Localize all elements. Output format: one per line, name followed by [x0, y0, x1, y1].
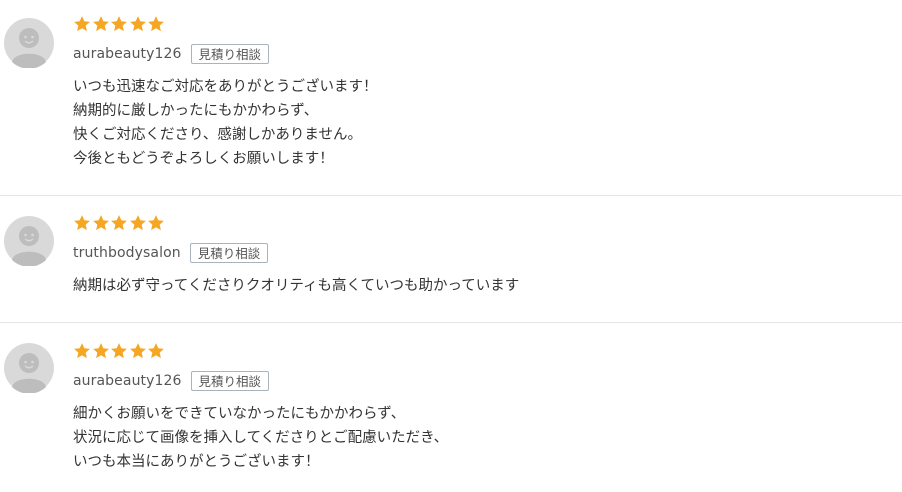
- comment-line: 今後ともどうぞよろしくお願いします！: [73, 151, 334, 167]
- user-avatar[interactable]: [4, 343, 54, 393]
- estimate-consultation-badge[interactable]: 見積り相談: [189, 243, 269, 263]
- star-icon: [73, 15, 92, 33]
- star-icon: [73, 214, 92, 232]
- reviewer-username[interactable]: aurabeauty126: [73, 373, 182, 389]
- review-divider: [0, 195, 902, 196]
- review-meta: aurabeauty126 見積り相談: [73, 370, 902, 392]
- estimate-consultation-badge[interactable]: 見積り相談: [190, 44, 270, 64]
- default-user-icon: [4, 216, 54, 266]
- comment-line: いつも迅速なご対応をありがとうございます！: [73, 79, 378, 95]
- star-icon: [147, 214, 166, 232]
- comment-line: いつも本当にありがとうございます！: [73, 454, 320, 470]
- review-comment: いつも迅速なご対応をありがとうございます！ 納期的に厳しかったにもかかわらず、 …: [73, 75, 902, 171]
- review-comment: 細かくお願いをできていなかったにもかかわらず、 状況に応じて画像を挿入してくださ…: [73, 402, 902, 474]
- star-icon: [147, 15, 166, 33]
- review-divider: [0, 322, 902, 323]
- comment-line: 快くご対応くださり、感謝しかありません。: [73, 127, 362, 143]
- user-avatar[interactable]: [4, 216, 54, 266]
- review-comment: 納期は必ず守ってくださりクオリティも高くていつも助かっています: [73, 274, 902, 298]
- user-avatar[interactable]: [4, 18, 54, 68]
- star-rating: [73, 342, 902, 360]
- review-list: aurabeauty126 見積り相談 いつも迅速なご対応をありがとうございます…: [0, 0, 902, 492]
- comment-line: 細かくお願いをできていなかったにもかかわらず、: [73, 406, 406, 422]
- star-rating: [73, 15, 902, 33]
- star-icon: [129, 342, 148, 360]
- star-icon: [92, 342, 111, 360]
- review-meta: truthbodysalon 見積り相談: [73, 242, 902, 264]
- star-rating: [73, 214, 902, 232]
- star-icon: [129, 15, 148, 33]
- review-content: aurabeauty126 見積り相談 細かくお願いをできていなかったにもかかわ…: [73, 342, 902, 474]
- star-icon: [73, 342, 92, 360]
- star-icon: [110, 214, 129, 232]
- default-user-icon: [4, 343, 54, 393]
- review-meta: aurabeauty126 見積り相談: [73, 43, 902, 65]
- default-user-icon: [4, 18, 54, 68]
- star-icon: [92, 214, 111, 232]
- star-icon: [129, 214, 148, 232]
- comment-line: 状況に応じて画像を挿入してくださりとご配慮いただき、: [73, 430, 449, 446]
- star-icon: [92, 15, 111, 33]
- star-icon: [147, 342, 166, 360]
- star-icon: [110, 15, 129, 33]
- review-content: truthbodysalon 見積り相談 納期は必ず守ってくださりクオリティも高…: [73, 214, 902, 298]
- estimate-consultation-badge[interactable]: 見積り相談: [190, 371, 270, 391]
- reviewer-username[interactable]: truthbodysalon: [73, 245, 181, 261]
- reviewer-username[interactable]: aurabeauty126: [73, 46, 182, 62]
- comment-line: 納期は必ず守ってくださりクオリティも高くていつも助かっています: [73, 278, 520, 294]
- review-content: aurabeauty126 見積り相談 いつも迅速なご対応をありがとうございます…: [73, 15, 902, 171]
- star-icon: [110, 342, 129, 360]
- comment-line: 納期的に厳しかったにもかかわらず、: [73, 103, 319, 119]
